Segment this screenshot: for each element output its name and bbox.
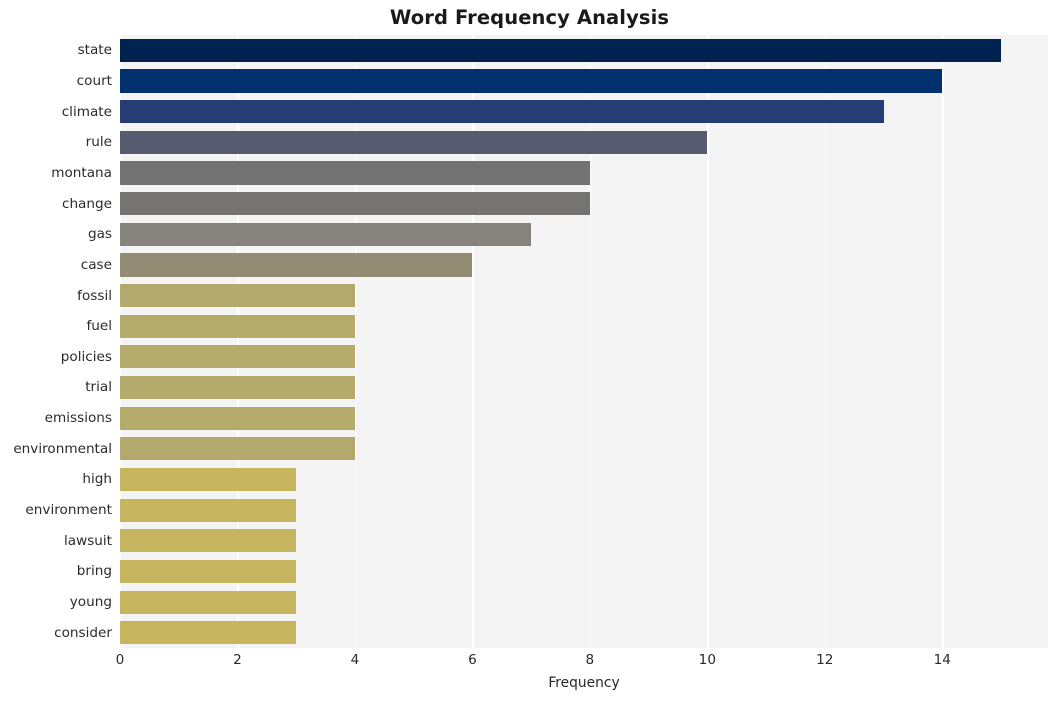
y-axis-tick-label: gas (87, 226, 112, 243)
y-axis-tick-label: fuel (86, 318, 112, 335)
bar-row (120, 587, 1048, 618)
bar[interactable] (120, 467, 297, 492)
bar-row (120, 372, 1048, 403)
bar[interactable] (120, 621, 297, 645)
bar-row (120, 525, 1048, 556)
bar-row (120, 96, 1048, 127)
x-axis-tick-label: 4 (350, 652, 360, 668)
x-axis-tick-label: 10 (698, 652, 716, 668)
y-axis-tick-label: fossil (77, 287, 112, 304)
x-axis-tick-labels: 0 2 4 6 8 10 12 14 (0, 652, 1059, 672)
bar-row (120, 127, 1048, 158)
x-axis-tick-label: 6 (468, 652, 477, 668)
bar-row (120, 188, 1048, 219)
bar[interactable] (120, 406, 355, 430)
bar[interactable] (120, 253, 473, 277)
x-axis-tick-label: 12 (816, 652, 834, 668)
bar[interactable] (120, 437, 355, 461)
x-axis-tick-label: 0 (115, 652, 125, 668)
y-axis-tick-label: bring (76, 563, 112, 580)
bar[interactable] (120, 284, 355, 308)
y-axis-tick-label: environmental (13, 440, 112, 457)
plot-area (120, 35, 1048, 648)
bar[interactable] (120, 375, 355, 400)
bar[interactable] (120, 130, 708, 154)
bar-row (120, 495, 1048, 526)
bar-row (120, 342, 1048, 373)
x-axis-tick-label: 8 (585, 652, 595, 668)
bar[interactable] (120, 192, 590, 216)
x-axis-tick-label: 2 (233, 652, 242, 668)
bar[interactable] (120, 38, 1001, 62)
bar-row (120, 311, 1048, 342)
x-axis-tick-label: 14 (933, 652, 951, 668)
y-axis-tick-label: climate (61, 103, 112, 120)
bar[interactable] (120, 498, 297, 522)
bar-row (120, 464, 1048, 495)
chart-title: Word Frequency Analysis (389, 6, 670, 29)
bar[interactable] (120, 529, 297, 553)
bar-row (120, 158, 1048, 189)
y-axis-tick-label: environment (25, 502, 112, 519)
y-axis-tick-label: state (77, 42, 112, 59)
y-axis-tick-label: consider (54, 624, 112, 641)
y-axis-tick-label: case (80, 256, 112, 273)
y-axis-tick-label: lawsuit (63, 532, 112, 549)
bar-row (120, 617, 1048, 648)
y-axis-tick-label: policies (60, 348, 112, 365)
x-axis-label: Frequency (548, 675, 620, 691)
y-axis-tick-label: high (82, 471, 112, 488)
y-axis-tick-label: emissions (44, 410, 112, 427)
bar[interactable] (120, 559, 297, 584)
y-axis-tick-label: montana (51, 164, 112, 181)
chart-figure: Word Frequency Analysis state court climat… (0, 0, 1059, 701)
y-axis-tick-label: rule (85, 134, 112, 151)
bar[interactable] (120, 222, 532, 246)
y-axis-tick-label: change (61, 195, 112, 212)
bar-row (120, 35, 1048, 66)
bar[interactable] (120, 345, 355, 369)
bar[interactable] (120, 314, 355, 338)
bar[interactable] (120, 100, 884, 124)
y-axis-tick-label: trial (85, 379, 112, 396)
bar[interactable] (120, 161, 590, 185)
bar-row (120, 280, 1048, 311)
y-axis-tick-label: court (76, 72, 112, 89)
bar-row (120, 556, 1048, 587)
bar-row (120, 250, 1048, 281)
bar[interactable] (120, 590, 297, 614)
y-axis-tick-label: young (69, 594, 112, 611)
bar-row (120, 433, 1048, 464)
bar-row (120, 219, 1048, 250)
y-axis-tick-labels: state court climate rule montana change gas cas… (0, 35, 112, 648)
bar-row (120, 66, 1048, 97)
bar-row (120, 403, 1048, 434)
bar[interactable] (120, 69, 943, 93)
